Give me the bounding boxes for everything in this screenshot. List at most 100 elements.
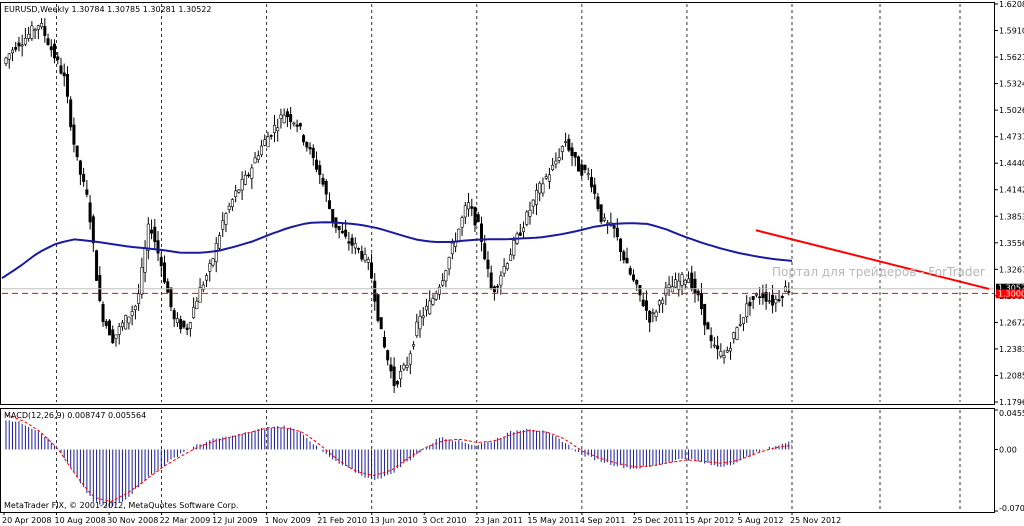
candle-body [289,114,293,122]
candle-body [120,322,124,328]
candle-body [182,320,186,328]
candle-body [30,25,34,39]
candle-body [98,274,102,301]
candle-body [305,142,309,148]
candle-body [311,147,315,158]
candle-body [570,147,574,157]
candle-body [460,217,464,228]
candle-body [593,184,597,194]
candle-body [463,205,467,218]
candle-body [674,279,678,288]
candle-body [253,157,257,164]
candle-body [424,305,428,311]
candle-body [447,257,451,270]
candle-body [657,300,661,306]
candle-body [59,65,63,74]
candle-body [719,351,723,357]
candle-body [441,280,445,286]
candle-body [431,298,435,305]
candle-body [767,300,771,303]
candle-body [648,310,652,323]
candle-body [198,287,202,303]
candle-body [75,145,79,158]
candle-body [337,225,341,231]
candle-body [263,139,267,146]
candle-body [124,315,128,330]
time-axis-label: 3 Oct 2010 [422,516,466,525]
candle-body [205,275,209,281]
candle-body [428,300,432,315]
price-axis-label: 1.17965 [999,398,1024,407]
candle-body [150,229,154,234]
candle-body [405,364,409,368]
candle-body [567,138,571,151]
candle-body [17,42,21,47]
price-axis-label: 1.44400 [999,159,1024,168]
price-axis-label: 1.38535 [999,212,1024,221]
candle-body [324,181,328,195]
candle-body [379,317,383,330]
candle-body [751,296,755,300]
candle-body [234,190,238,197]
candle-body [117,326,121,335]
candle-body [625,257,629,264]
candle-body [140,266,144,295]
candle-body [298,123,302,127]
candle-body [741,317,745,324]
time-axis-label: 25 Dec 2011 [632,516,683,525]
candle-body [169,287,173,308]
price-axis-label: 1.53240 [999,80,1024,89]
time-axis-label: 5 Aug 2012 [737,516,783,525]
candle-body [632,274,636,281]
macd-axis-label: -0.070953 [999,504,1024,513]
candle-body [250,167,254,179]
macd-indicator-title: MACD(12,26,9) 0.008747 0.005564 [4,411,146,420]
candle-body [421,315,425,319]
candle-body [370,262,374,279]
level-price-label: 1.30000 [998,289,1024,298]
candle-body [156,240,160,254]
candle-body [699,293,703,310]
candle-body [111,329,115,344]
candle-body [470,206,474,209]
candle-body [654,311,658,317]
candle-body [589,177,593,188]
time-axis-label: 15 Apr 2012 [685,516,734,525]
candle-body [192,306,196,319]
candle-body [133,305,137,311]
candle-body [505,263,509,270]
candle-body [36,25,40,30]
candle-body [82,173,86,182]
candle-body [680,274,684,286]
candle-body [224,213,228,225]
time-axis-label: 21 Feb 2010 [317,516,367,525]
candle-body [49,46,53,51]
candle-body [412,344,416,347]
candle-body [434,293,438,300]
candle-body [386,350,390,361]
candle-body [256,155,260,160]
price-axis-label: 1.20855 [999,371,1024,380]
macd-axis-label: 0.00 [999,445,1017,454]
candle-body [473,207,477,226]
candle-body [748,301,752,307]
candle-body [706,322,710,330]
candle-body [243,174,247,185]
candle-body [95,250,99,281]
candle-body [360,250,364,260]
candle-body [709,335,713,342]
candle-body [467,202,471,210]
candle-body [745,303,749,318]
candle-body [408,353,412,365]
candle-body [318,165,322,175]
candle-body [716,345,720,350]
metatrader-chart-window[interactable]: EURUSD,Weekly 1.30784 1.30785 1.30281 1.… [0,0,1024,526]
candle-body [667,284,671,288]
price-axis-label: 1.41425 [999,186,1024,195]
candle-body [179,319,183,330]
candle-body [735,327,739,340]
candle-body [350,237,354,246]
price-axis-label: 1.26720 [999,318,1024,327]
candle-body [331,209,335,223]
candle-body [758,296,762,299]
